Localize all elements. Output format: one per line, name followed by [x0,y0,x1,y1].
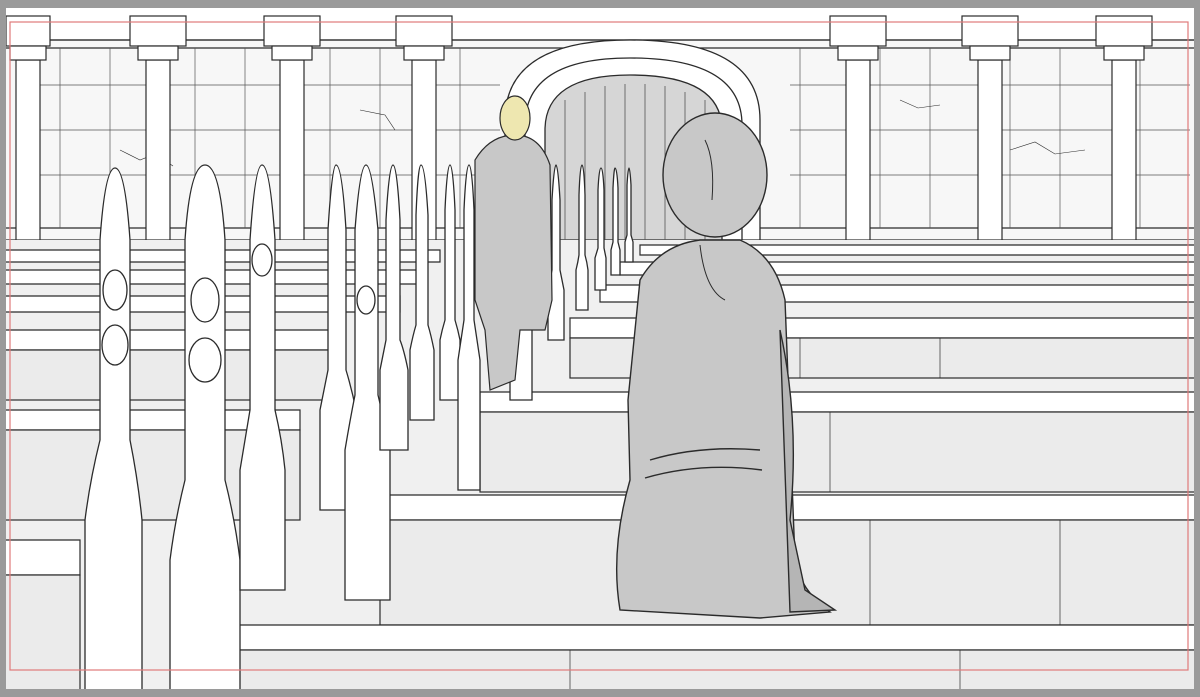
storyboard-panel [0,0,1200,697]
